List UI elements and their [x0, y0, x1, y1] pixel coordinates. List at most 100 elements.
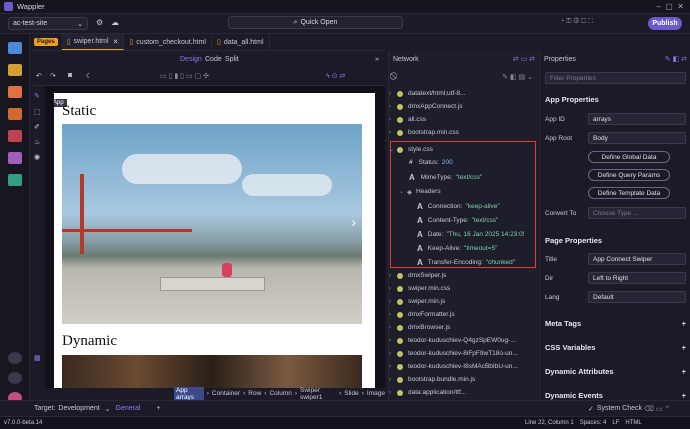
close-icon[interactable]: ✕	[113, 38, 119, 46]
define-template-data-button[interactable]: Define Template Data	[588, 187, 670, 199]
moon-icon[interactable]: ☾	[86, 72, 92, 80]
filter-properties-input[interactable]: Filter Properties	[545, 72, 686, 84]
select-icon[interactable]: ⬚	[34, 108, 41, 116]
app-root-select[interactable]: Body	[588, 132, 686, 144]
network-file-row[interactable]: › teodor-kuduschiev-I8sMAcBbIbU-un...	[389, 360, 539, 373]
section-css-variables[interactable]: CSS Variables +	[545, 343, 686, 352]
server-connect-icon[interactable]	[8, 86, 22, 98]
heading-dynamic[interactable]: Dynamic	[62, 333, 117, 350]
target-bar: Target: Development ⌄ General + ✓ System …	[0, 400, 690, 416]
breadcrumb-item[interactable]: Slide	[344, 390, 358, 397]
tab-general[interactable]: General	[116, 405, 141, 412]
publish-button[interactable]: Publish	[648, 17, 682, 30]
heading-static[interactable]: Static	[62, 103, 96, 120]
panel-actions[interactable]: ✎ ◧ ⇄	[665, 55, 687, 63]
dir-select[interactable]: Left to Right	[588, 272, 686, 284]
convert-to-select[interactable]: Choose Type ...	[588, 207, 686, 219]
chevron-right-icon: ›	[389, 350, 391, 357]
section-app-properties[interactable]: App Properties	[545, 95, 599, 104]
network-file-row[interactable]: › teodor-kuduschiev-8iFpF9wT18o-un...	[389, 347, 539, 360]
swiper-slide-image[interactable]: ›	[62, 124, 362, 324]
dynamic-image[interactable]	[62, 355, 362, 388]
tab-data-all[interactable]: ▯ data_all.html	[212, 34, 270, 50]
tab-design[interactable]: Design	[180, 56, 202, 63]
network-file-row[interactable]: › dmxFormatter.js	[389, 308, 539, 321]
bulb-icon[interactable]: ♨	[34, 138, 40, 146]
edit-icon[interactable]: ✎	[34, 92, 40, 100]
workflows-icon[interactable]	[8, 64, 22, 76]
window-controls[interactable]: – ▢ ✕	[656, 2, 684, 11]
header-row: A Date: "Thu, 16 Jan 2025 14:23:05...	[417, 230, 525, 239]
network-file-row[interactable]: › dmxAppConnect.js	[389, 100, 539, 113]
tab-code[interactable]: Code	[205, 56, 222, 63]
define-query-params-button[interactable]: Define Query Params	[588, 169, 670, 181]
tests-icon[interactable]	[8, 152, 22, 164]
pages-icon[interactable]	[8, 42, 22, 54]
add-tab-icon[interactable]: +	[156, 405, 160, 412]
network-file-row[interactable]: › swiper.min.css	[389, 282, 539, 295]
breadcrumb-item[interactable]: Column	[269, 390, 291, 397]
layers-icon[interactable]	[8, 174, 22, 186]
breadcrumb-item[interactable]: App arrays	[174, 386, 204, 401]
network-file-row[interactable]: › all.css	[389, 113, 539, 126]
breadcrumb-item[interactable]: Container	[212, 390, 240, 397]
network-file-row[interactable]: › bootstrap.min.css	[389, 126, 539, 139]
chevron-right-icon[interactable]: ›	[351, 214, 356, 230]
tool-icons[interactable]: ϟ ⊙ ⇄	[326, 72, 345, 80]
left-rail	[0, 34, 30, 404]
lang-select[interactable]: Default	[588, 291, 686, 303]
database-icon[interactable]	[8, 108, 22, 120]
define-global-data-button[interactable]: Define Global Data	[588, 151, 670, 163]
network-file-row[interactable]: › teodor-kuduschiev-Q4gzSpEW0ug-...	[389, 334, 539, 347]
app-id-input[interactable]: arrays	[588, 113, 686, 125]
pen-icon[interactable]: ✐	[34, 123, 40, 131]
panel-actions[interactable]: ⇄ ▭ ⇄	[513, 55, 535, 63]
filter-icons[interactable]: ✎ ◧ ▤ ⌄	[502, 73, 533, 81]
camera-icon[interactable]: ◙	[68, 72, 72, 79]
section-page-properties[interactable]: Page Properties	[545, 236, 602, 245]
breadcrumb-item[interactable]: Image	[367, 390, 385, 397]
tab-split[interactable]: Split	[225, 56, 239, 63]
headers-row[interactable]: ⌄ ◈ Headers	[389, 185, 539, 198]
person-figure	[222, 263, 232, 277]
tab-custom-checkout[interactable]: ▯ custom_checkout.html	[124, 34, 212, 50]
security-icon[interactable]	[8, 130, 22, 142]
network-file-row[interactable]: › dmxBrowser.js	[389, 321, 539, 334]
settings-icon[interactable]	[8, 372, 22, 384]
chevron-right-icon: ›	[389, 337, 391, 344]
network-file-row[interactable]: › swiper.min.js	[389, 295, 539, 308]
quick-open-button[interactable]: ⌕ Quick Open	[228, 16, 403, 29]
file-status-icon	[397, 103, 403, 110]
extensions-icon[interactable]	[8, 352, 22, 364]
redo-icon[interactable]: ↷	[50, 72, 56, 80]
expand-icon[interactable]: »	[375, 56, 379, 63]
page-preview[interactable]: App Static › Dynamic	[54, 93, 375, 388]
file-status-icon	[397, 376, 403, 383]
cloud-icon[interactable]: ☁	[111, 18, 119, 27]
check-icon: ✓	[588, 405, 594, 413]
undo-icon[interactable]: ↶	[36, 72, 42, 80]
network-file-row[interactable]: › datatext/html;utf-8...	[389, 87, 539, 100]
grid-icon[interactable]: ▦	[34, 354, 41, 362]
header-row: A Connection: "keep-alive"	[417, 202, 500, 211]
tab-swiper[interactable]: ▯ swiper.html ✕	[61, 34, 125, 50]
network-file-row[interactable]: › dmxSwiper.js	[389, 269, 539, 282]
site-select[interactable]: ac-test-site ⌄	[8, 17, 88, 30]
breadcrumb-item[interactable]: Row	[248, 390, 261, 397]
network-file-row[interactable]: › data:application/ttf...	[389, 386, 539, 399]
section-dynamic-attributes[interactable]: Dynamic Attributes +	[545, 367, 686, 376]
network-file-row-expanded[interactable]: ⌄ style.css	[389, 143, 539, 156]
notification-icons[interactable]: ◔ ⚿ ◍ ☐ ⛶	[560, 18, 593, 26]
eye-icon[interactable]: ◉	[34, 153, 40, 161]
header-row: A Content-Type: "text/css"	[417, 216, 499, 225]
target-select[interactable]: Development	[58, 405, 99, 412]
device-icons[interactable]: ▭ ▯ ▮ ▯ ▭ ▢ ✣	[160, 72, 209, 80]
title-input[interactable]: App Connect Swiper	[588, 253, 686, 265]
gear-icon[interactable]: ⚙	[96, 18, 103, 27]
network-file-row[interactable]: › bootstrap.bundle.min.js	[389, 373, 539, 386]
section-meta-tags[interactable]: Meta Tags +	[545, 319, 686, 328]
system-check-button[interactable]: ✓ System Check	[588, 405, 642, 413]
section-dynamic-events[interactable]: Dynamic Events +	[545, 391, 686, 400]
breadcrumb-item[interactable]: Swiper swiper1	[300, 387, 336, 401]
bottom-actions[interactable]: ⌫ ▭ ⌃	[644, 405, 670, 413]
